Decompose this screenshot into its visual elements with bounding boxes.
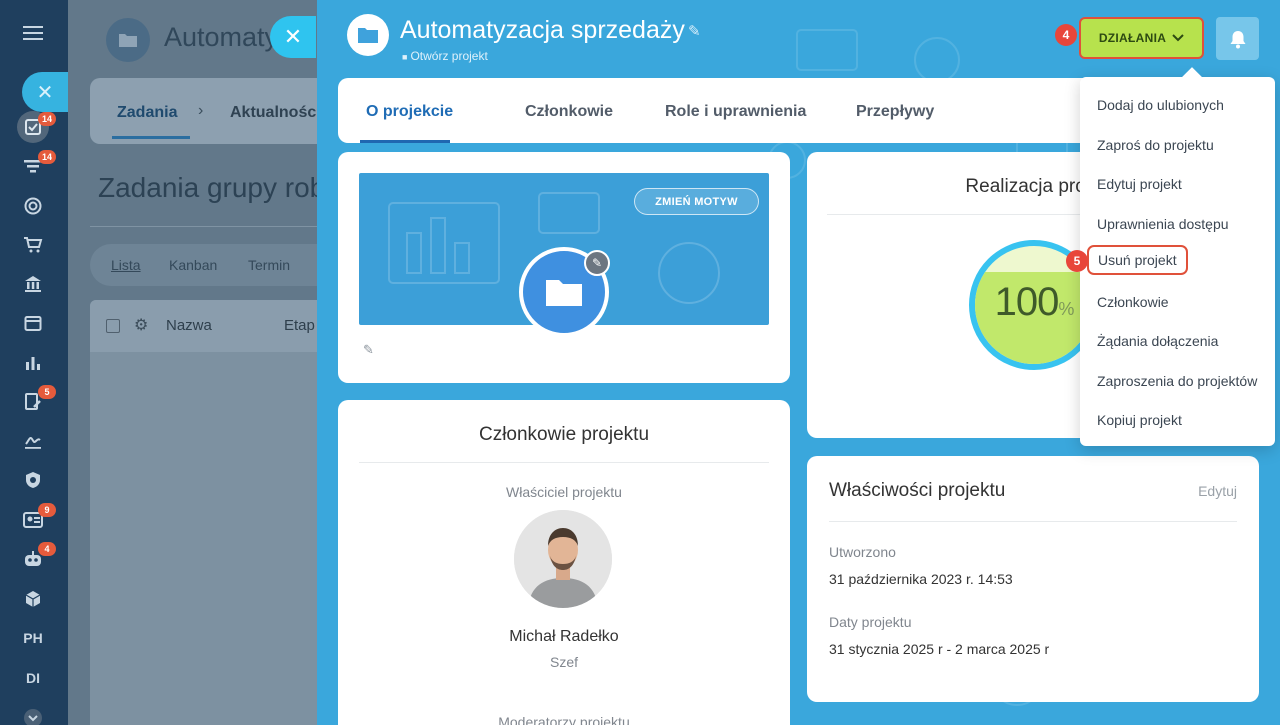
background-title: Automaty <box>164 22 279 52</box>
owner-role: Szef <box>549 654 578 670</box>
properties-divider <box>829 521 1237 522</box>
view-kanban[interactable]: Kanban <box>169 257 217 273</box>
background-heading: Zadania grupy rob <box>98 172 326 203</box>
select-all-checkbox[interactable] <box>106 319 120 333</box>
project-title: Automatyzacja sprzedaży <box>400 16 685 44</box>
project-tabs: O projekcie Członkowie Role i uprawnieni… <box>338 78 1098 143</box>
tab-members[interactable]: Członkowie <box>525 103 613 121</box>
gear-icon[interactable]: ⚙ <box>134 315 148 335</box>
close-outer-slider-button[interactable]: ✕ <box>22 72 68 112</box>
hamburger-menu-icon[interactable] <box>20 20 46 46</box>
open-project-label: Otwórz projekt <box>410 49 488 63</box>
folder-icon <box>106 18 150 62</box>
theme-card: ZMIEŃ MOTYW ✎ ✎ <box>338 152 790 383</box>
folder-small-icon: ■ <box>402 52 408 62</box>
signature-icon[interactable] <box>20 428 46 454</box>
change-theme-button[interactable]: ZMIEŃ MOTYW <box>634 188 759 215</box>
menu-item-delete-project[interactable]: Usuń projekt <box>1087 245 1188 275</box>
project-folder-icon <box>347 14 389 56</box>
owner-avatar[interactable] <box>514 510 612 608</box>
background-table: ⚙ Nazwa Etap <box>90 300 328 725</box>
menu-item-edit-project[interactable]: Edytuj projekt <box>1097 176 1182 192</box>
background-page: Automaty Zadania › Aktualności Zadania g… <box>68 0 328 725</box>
menu-item-members[interactable]: Członkowie <box>1097 294 1169 310</box>
menu-item-copy-project[interactable]: Kopiuj projekt <box>1097 412 1182 428</box>
view-list[interactable]: Lista <box>111 257 141 273</box>
close-icon: ✕ <box>283 24 303 49</box>
avatar-edit-button[interactable]: ✎ <box>584 250 610 276</box>
members-card: Członkowie projektu Właściciel projektu … <box>338 400 790 725</box>
progress-percent: 100 <box>994 280 1060 324</box>
actions-button[interactable]: DZIAŁANIA <box>1079 17 1204 59</box>
folder-icon <box>546 280 582 306</box>
chevron-down-icon <box>1172 34 1184 42</box>
shield-icon[interactable] <box>20 467 46 493</box>
column-name: Nazwa <box>166 317 212 334</box>
column-stage: Etap <box>284 317 315 334</box>
sidebar-item-ph[interactable]: PH <box>0 630 66 646</box>
actions-label: DZIAŁANIA <box>1098 31 1167 45</box>
calendar-icon[interactable] <box>20 310 46 336</box>
actions-menu: Dodaj do ulubionych Zaproś do projektu E… <box>1080 77 1275 446</box>
bell-icon <box>1230 30 1245 48</box>
view-deadline[interactable]: Termin <box>248 257 290 273</box>
tasks-badge: 14 <box>38 112 56 126</box>
background-tab-news[interactable]: Aktualności <box>230 104 321 122</box>
person-avatar-icon <box>514 510 612 608</box>
pencil-icon[interactable]: ✎ <box>688 22 701 40</box>
menu-item-invitations[interactable]: Zaproszenia do projektów <box>1097 373 1257 389</box>
step-badge-5: 5 <box>1066 250 1088 272</box>
background-tab-tasks[interactable]: Zadania <box>117 104 177 122</box>
background-view-switcher: Lista Kanban Termin <box>90 244 328 286</box>
filter-badge: 14 <box>38 150 56 164</box>
robot-badge: 4 <box>38 542 56 556</box>
percent-sign: % <box>1058 299 1074 319</box>
members-divider <box>359 462 769 463</box>
tab-flows[interactable]: Przepływy <box>856 103 934 121</box>
properties-title: Właściwości projektu <box>829 480 1006 501</box>
background-divider <box>90 226 328 227</box>
edit-properties-link[interactable]: Edytuj <box>1198 483 1237 499</box>
cart-icon[interactable] <box>20 232 46 258</box>
dates-value: 31 stycznia 2025 r - 2 marca 2025 r <box>829 641 1050 657</box>
menu-item-join-requests[interactable]: Żądania dołączenia <box>1097 333 1218 349</box>
chevron-right-icon: › <box>198 102 204 119</box>
bank-icon[interactable] <box>20 271 46 297</box>
active-tab-underline <box>360 140 450 143</box>
pencil-icon: ✎ <box>591 256 603 270</box>
moderators-label: Moderatorzy projektu <box>498 714 630 725</box>
document-badge: 5 <box>38 385 56 399</box>
properties-card: Właściwości projektu Edytuj Utworzono 31… <box>807 456 1259 702</box>
background-tabs: Zadania › Aktualności <box>90 78 328 144</box>
menu-item-access-rights[interactable]: Uprawnienia dostępu <box>1097 216 1229 232</box>
dates-label: Daty projektu <box>829 614 912 630</box>
box-icon[interactable] <box>20 586 46 612</box>
menu-item-invite[interactable]: Zaproś do projektu <box>1097 137 1214 153</box>
created-value: 31 października 2023 r. 14:53 <box>829 571 1013 587</box>
created-label: Utworzono <box>829 544 896 560</box>
owner-label: Właściciel projektu <box>506 484 622 500</box>
tab-about[interactable]: O projekcie <box>366 103 453 121</box>
owner-name[interactable]: Michał Radełko <box>338 628 790 646</box>
background-tab-underline <box>112 136 190 139</box>
background-table-header: ⚙ Nazwa Etap <box>90 300 328 352</box>
progress-value: 100% <box>975 280 1093 325</box>
notification-button[interactable] <box>1216 17 1259 60</box>
open-project-link[interactable]: ■ Otwórz projekt <box>402 49 488 63</box>
sidebar-item-di[interactable]: DI <box>0 670 66 686</box>
menu-item-add-favorites[interactable]: Dodaj do ulubionych <box>1097 97 1224 113</box>
pencil-icon[interactable]: ✎ <box>363 342 374 358</box>
close-icon: ✕ <box>36 81 54 104</box>
chevron-down-icon[interactable] <box>20 705 46 725</box>
close-slider-button[interactable]: ✕ <box>270 16 316 58</box>
contact-badge: 9 <box>38 503 56 517</box>
step-badge-4: 4 <box>1055 24 1077 46</box>
members-title: Członkowie projektu <box>478 424 650 445</box>
chart-icon[interactable] <box>20 349 46 375</box>
target-icon[interactable] <box>20 193 46 219</box>
tab-roles[interactable]: Role i uprawnienia <box>665 103 806 121</box>
